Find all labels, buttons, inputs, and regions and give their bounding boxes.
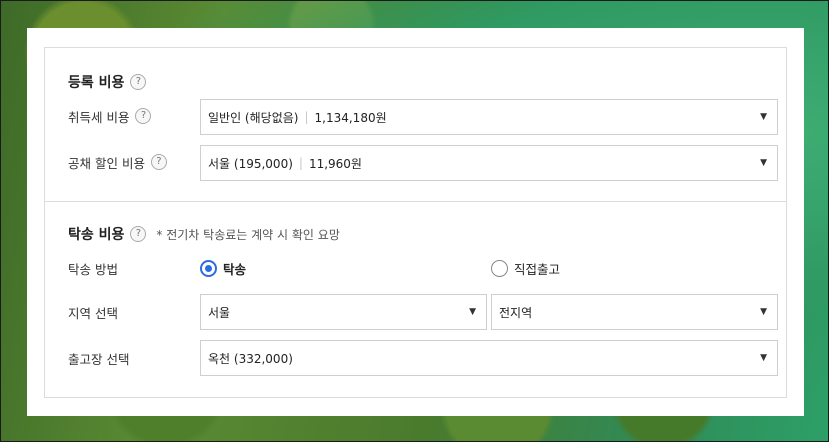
acquisition-tax-amount: 1,134,180원 — [314, 110, 387, 125]
registration-section-title: 등록 비용 ? — [68, 72, 147, 92]
depot-selected: 옥천 (332,000) — [208, 351, 293, 366]
radio-direct-release-label: 직접출고 — [514, 262, 561, 277]
bond-discount-amount: 11,960원 — [308, 156, 362, 171]
chevron-down-icon: ▼ — [760, 307, 767, 317]
radio-delivery-consign[interactable]: 탁송 — [200, 259, 246, 278]
delivery-section-title: 탁송 비용 ? * 전기차 탁송료는 계약 시 확인 요망 — [68, 224, 340, 244]
chevron-down-icon: ▼ — [760, 353, 767, 363]
region-label-text: 지역 선택 — [68, 305, 118, 321]
bond-discount-label-group: 공채 할인 비용 ? — [68, 154, 167, 171]
acquisition-tax-help-icon[interactable]: ? — [135, 108, 152, 124]
select-separator: | — [298, 156, 303, 170]
region-select[interactable]: 서울 ▼ — [200, 294, 487, 330]
delivery-title-text: 탁송 비용 — [68, 227, 125, 243]
registration-title-text: 등록 비용 — [68, 75, 125, 91]
acquisition-tax-select[interactable]: 일반인 (해당없음) | 1,134,180원 ▼ — [200, 99, 778, 135]
bond-discount-label: 공채 할인 비용 — [68, 155, 145, 171]
delivery-help-icon[interactable]: ? — [130, 226, 147, 242]
radio-checked-icon — [200, 260, 217, 277]
radio-unchecked-icon — [491, 260, 508, 277]
acquisition-tax-label: 취득세 비용 — [68, 109, 130, 125]
radio-delivery-consign-label: 탁송 — [223, 262, 247, 277]
chevron-down-icon: ▼ — [760, 112, 767, 122]
section-divider — [45, 201, 786, 202]
region-selected: 서울 — [208, 305, 231, 320]
sub-region-selected: 전지역 — [499, 305, 533, 320]
region-label: 지역 선택 — [68, 304, 118, 321]
delivery-method-label: 탁송 방법 — [68, 260, 118, 277]
delivery-note: * 전기차 탁송료는 계약 시 확인 요망 — [156, 227, 340, 242]
acquisition-tax-selected: 일반인 (해당없음) — [208, 110, 299, 125]
chevron-down-icon: ▼ — [469, 307, 476, 317]
bond-discount-selected: 서울 (195,000) — [208, 156, 293, 171]
radio-direct-release[interactable]: 직접출고 — [491, 259, 560, 278]
acquisition-tax-label-group: 취득세 비용 ? — [68, 108, 152, 125]
chevron-down-icon: ▼ — [760, 158, 767, 168]
depot-select[interactable]: 옥천 (332,000) ▼ — [200, 340, 778, 376]
cost-card: 등록 비용 ? 취득세 비용 ? 일반인 (해당없음) | 1,134,180원… — [27, 28, 804, 416]
bond-discount-select[interactable]: 서울 (195,000) | 11,960원 ▼ — [200, 145, 778, 181]
select-separator: | — [304, 110, 309, 124]
delivery-method-label-text: 탁송 방법 — [68, 261, 118, 277]
depot-label-text: 출고장 선택 — [68, 351, 130, 367]
cost-panel: 등록 비용 ? 취득세 비용 ? 일반인 (해당없음) | 1,134,180원… — [44, 47, 787, 398]
bond-discount-help-icon[interactable]: ? — [150, 154, 167, 170]
depot-label: 출고장 선택 — [68, 350, 130, 367]
sub-region-select[interactable]: 전지역 ▼ — [491, 294, 778, 330]
registration-help-icon[interactable]: ? — [130, 74, 147, 90]
